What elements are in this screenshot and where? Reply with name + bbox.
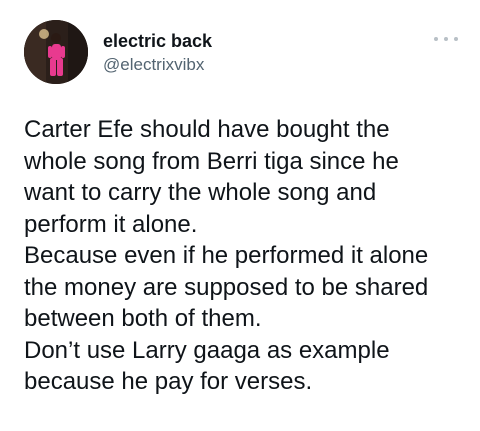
tweet-card: electric back @electrixvibx Carter Efe s…: [0, 0, 480, 431]
author-handle[interactable]: @electrixvibx: [103, 54, 212, 76]
tweet-text-line: because he pay for verses.: [24, 368, 313, 395]
author-display-name[interactable]: electric back: [103, 30, 212, 52]
tweet-text-line: perform it alone.: [24, 210, 198, 238]
tweet-text-line: whole song from Berri tiga since he: [24, 147, 399, 175]
tweet-text-line: the money are supposed to be shared: [24, 273, 429, 301]
avatar-photo: [24, 20, 88, 84]
tweet-text-line: between both of them.: [24, 305, 262, 332]
more-horizontal-icon: [444, 37, 448, 41]
avatar[interactable]: [24, 20, 88, 84]
more-horizontal-icon: [434, 37, 438, 41]
tweet-text: Carter Efe should have bought the whole …: [24, 114, 464, 398]
more-horizontal-icon: [454, 37, 458, 41]
tweet-text-line: want to carry the whole song and: [24, 179, 377, 206]
tweet-text-line: Don’t use Larry gaaga as example: [24, 336, 390, 364]
tweet-author[interactable]: electric back @electrixvibx: [103, 30, 212, 76]
tweet-text-line: Carter Efe should have bought the: [24, 116, 390, 143]
tweet-text-line: Because even if he performed it alone: [24, 242, 429, 269]
more-options-button[interactable]: [434, 32, 458, 46]
